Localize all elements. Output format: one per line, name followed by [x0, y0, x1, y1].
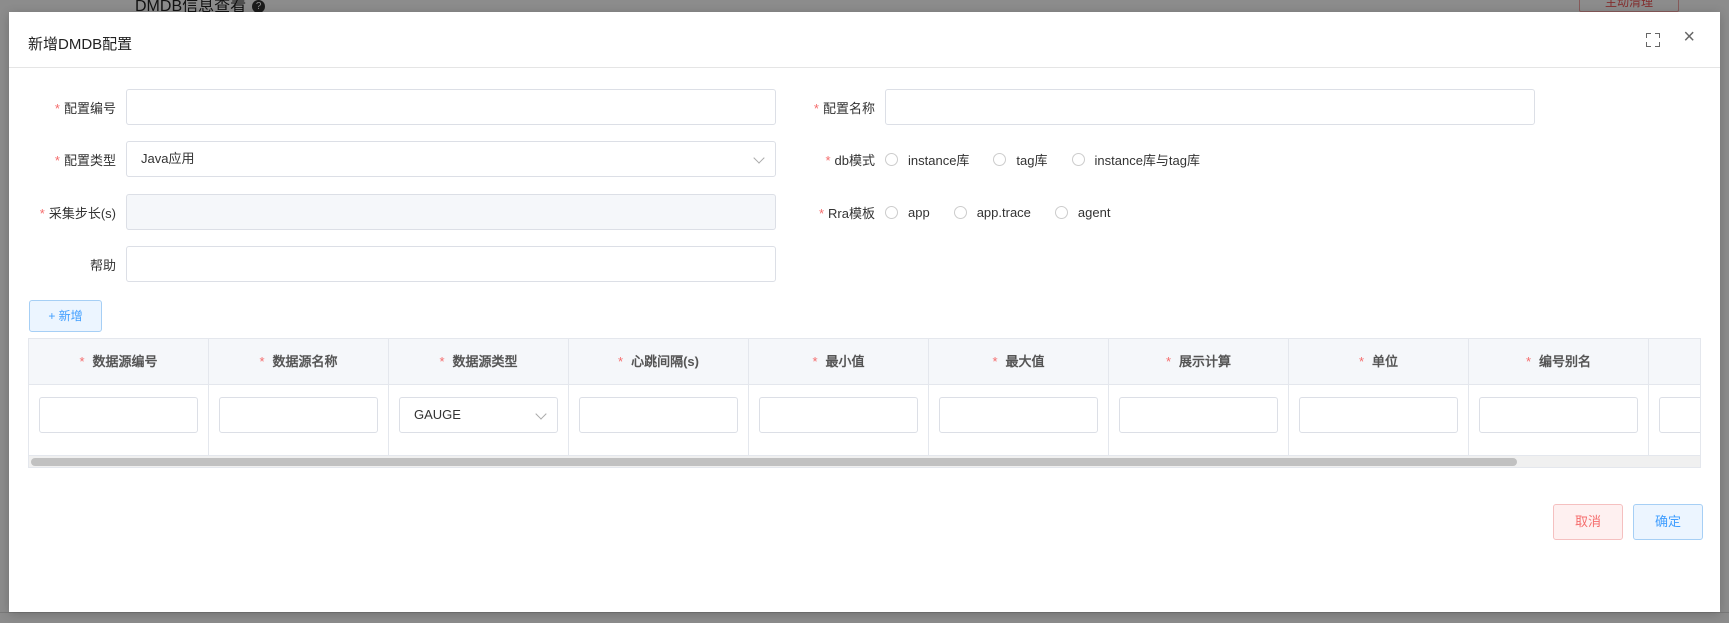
confirm-button[interactable]: 确定 — [1633, 504, 1703, 540]
add-dmdb-dialog: 新增DMDB配置 × * 配置编号 * 配置名称 * 配置类型 Java应用 * db模… — [9, 12, 1720, 612]
column-header: * 数据源编号 — [29, 339, 209, 384]
dialog-title: 新增DMDB配置 — [28, 36, 133, 53]
radio-circle-icon — [885, 205, 898, 219]
column-header: * 最大值 — [929, 339, 1109, 384]
step-label: 采集步长(s) — [48, 205, 116, 221]
horizontal-scrollbar[interactable] — [29, 455, 1700, 467]
alias-input[interactable] — [1479, 397, 1638, 433]
radio-circle-icon — [1071, 152, 1085, 166]
db-mode-radio-both[interactable]: instance库与tag库 — [1071, 150, 1200, 169]
rra-radio-app-trace[interactable]: app.trace — [953, 205, 1031, 220]
config-type-select[interactable]: Java应用 — [126, 141, 776, 177]
rra-template-row: * Rra模板 app app.trace agent — [773, 194, 1134, 230]
rra-radio-app[interactable]: app — [885, 205, 930, 220]
radio-circle-icon — [885, 152, 898, 166]
dialog-header: 新增DMDB配置 × — [9, 12, 1720, 68]
column-header: * 最小值 — [749, 339, 929, 384]
scrollbar-thumb[interactable] — [31, 458, 1517, 466]
add-row-button[interactable]: + 新增 — [29, 300, 102, 332]
config-type-label: 配置类型 — [63, 152, 116, 168]
column-header: * 单位 — [1289, 339, 1469, 384]
table-header: * 数据源编号 * 数据源名称 * 数据源类型 * 心跳间隔(s) * 最小值 * 最大值 … — [29, 339, 1700, 385]
help-row: 帮助 — [14, 246, 776, 282]
config-no-label: 配置编号 — [63, 100, 116, 116]
step-row: * 采集步长(s) — [14, 194, 776, 230]
config-type-row: * 配置类型 Java应用 — [14, 141, 776, 177]
radio-circle-icon — [953, 205, 967, 219]
config-type-value: Java应用 — [141, 151, 195, 166]
db-mode-label: db模式 — [834, 152, 875, 168]
column-header: * 心跳间隔(s) — [569, 339, 749, 384]
chevron-down-icon — [753, 152, 765, 164]
config-name-label: 配置名称 — [822, 100, 875, 116]
radio-circle-icon — [993, 152, 1007, 166]
rra-template-radio-group: app app.trace agent — [885, 205, 1134, 220]
cancel-button[interactable]: 取消 — [1553, 504, 1623, 540]
chevron-down-icon — [535, 408, 547, 420]
rra-radio-agent[interactable]: agent — [1054, 205, 1110, 220]
config-name-row: * 配置名称 — [773, 89, 1535, 125]
config-no-row: * 配置编号 — [14, 89, 776, 125]
config-no-input[interactable] — [126, 89, 776, 125]
heartbeat-input[interactable] — [579, 397, 738, 433]
db-mode-radio-tag[interactable]: tag库 — [993, 150, 1048, 169]
datasource-type-select[interactable]: GAUGE — [399, 397, 558, 433]
column-header: * 数据源类型 — [389, 339, 569, 384]
extra-input[interactable] — [1659, 397, 1700, 433]
column-header: * 编号别名 — [1469, 339, 1649, 384]
datasource-no-input[interactable] — [39, 397, 198, 433]
help-input[interactable] — [126, 246, 776, 282]
rra-template-label: Rra模板 — [828, 205, 875, 221]
unit-input[interactable] — [1299, 397, 1458, 433]
min-value-input[interactable] — [759, 397, 918, 433]
db-mode-radio-instance[interactable]: instance库 — [885, 150, 969, 169]
column-header: * 展示计算 — [1109, 339, 1289, 384]
step-input[interactable] — [126, 194, 776, 230]
db-mode-row: * db模式 instance库 tag库 instance库与tag库 — [773, 141, 1224, 177]
config-name-input[interactable] — [885, 89, 1535, 125]
radio-circle-icon — [1054, 205, 1068, 219]
column-header: * 数据源名称 — [209, 339, 389, 384]
max-value-input[interactable] — [939, 397, 1098, 433]
close-icon[interactable]: × — [1683, 27, 1695, 47]
datasource-table: * 数据源编号 * 数据源名称 * 数据源类型 * 心跳间隔(s) * 最小值 * 最大值 … — [28, 338, 1701, 468]
column-header — [1649, 339, 1700, 384]
help-label: 帮助 — [89, 257, 116, 273]
display-calc-input[interactable] — [1119, 397, 1278, 433]
fullscreen-icon[interactable] — [1646, 33, 1660, 47]
datasource-name-input[interactable] — [219, 397, 378, 433]
db-mode-radio-group: instance库 tag库 instance库与tag库 — [885, 150, 1224, 169]
